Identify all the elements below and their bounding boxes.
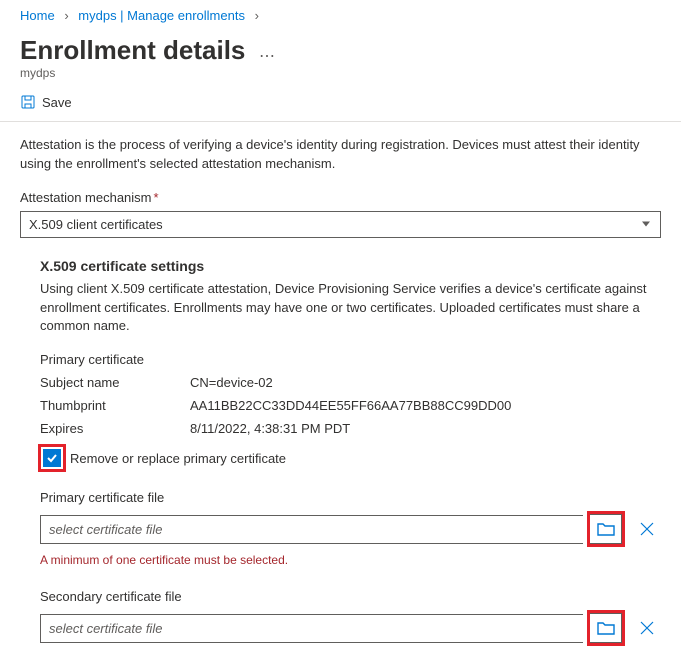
annotation-highlight bbox=[38, 444, 66, 472]
breadcrumb: Home › mydps | Manage enrollments › bbox=[20, 8, 661, 23]
annotation-highlight bbox=[587, 511, 625, 547]
check-icon bbox=[46, 452, 58, 464]
secondary-file-input[interactable]: select certificate file bbox=[40, 614, 583, 643]
expires-value: 8/11/2022, 4:38:31 PM PDT bbox=[190, 421, 661, 436]
expires-row: Expires 8/11/2022, 4:38:31 PM PDT bbox=[40, 421, 661, 436]
x509-description: Using client X.509 certificate attestati… bbox=[40, 280, 661, 337]
primary-file-input[interactable]: select certificate file bbox=[40, 515, 583, 544]
page-title: Enrollment details bbox=[20, 35, 245, 66]
thumbprint-label: Thumbprint bbox=[40, 398, 190, 413]
secondary-file-label: Secondary certificate file bbox=[40, 589, 661, 604]
chevron-right-icon: › bbox=[255, 8, 259, 23]
remove-replace-label: Remove or replace primary certificate bbox=[70, 451, 286, 466]
save-icon bbox=[20, 94, 36, 110]
close-icon bbox=[639, 521, 655, 537]
more-button[interactable]: ⋯ bbox=[259, 46, 275, 66]
secondary-file-clear-button[interactable] bbox=[633, 614, 661, 642]
chevron-right-icon: › bbox=[64, 8, 68, 23]
primary-cert-heading: Primary certificate bbox=[40, 352, 661, 367]
breadcrumb-path[interactable]: mydps | Manage enrollments bbox=[78, 8, 245, 23]
secondary-file-browse-button[interactable] bbox=[590, 613, 622, 643]
x509-heading: X.509 certificate settings bbox=[40, 258, 661, 274]
subject-name-row: Subject name CN=device-02 bbox=[40, 375, 661, 390]
expires-label: Expires bbox=[40, 421, 190, 436]
page-subtitle: mydps bbox=[20, 66, 661, 80]
thumbprint-row: Thumbprint AA11BB22CC33DD44EE55FF66AA77B… bbox=[40, 398, 661, 413]
thumbprint-value: AA11BB22CC33DD44EE55FF66AA77BB88CC99DD00 bbox=[190, 398, 661, 413]
subject-name-label: Subject name bbox=[40, 375, 190, 390]
folder-icon bbox=[597, 621, 615, 635]
save-label: Save bbox=[42, 95, 72, 110]
remove-replace-checkbox[interactable] bbox=[43, 449, 61, 467]
subject-name-value: CN=device-02 bbox=[190, 375, 661, 390]
close-icon bbox=[639, 620, 655, 636]
primary-file-browse-button[interactable] bbox=[590, 514, 622, 544]
certificate-error: A minimum of one certificate must be sel… bbox=[40, 553, 661, 567]
attestation-label: Attestation mechanism* bbox=[20, 190, 661, 205]
save-button[interactable]: Save bbox=[20, 94, 72, 110]
divider bbox=[0, 121, 681, 122]
primary-file-clear-button[interactable] bbox=[633, 515, 661, 543]
primary-file-label: Primary certificate file bbox=[40, 490, 661, 505]
attestation-dropdown[interactable]: X.509 client certificates bbox=[20, 211, 661, 238]
breadcrumb-home[interactable]: Home bbox=[20, 8, 55, 23]
annotation-highlight bbox=[587, 610, 625, 646]
folder-icon bbox=[597, 522, 615, 536]
toolbar: Save bbox=[20, 94, 661, 113]
attestation-description: Attestation is the process of verifying … bbox=[20, 136, 661, 174]
